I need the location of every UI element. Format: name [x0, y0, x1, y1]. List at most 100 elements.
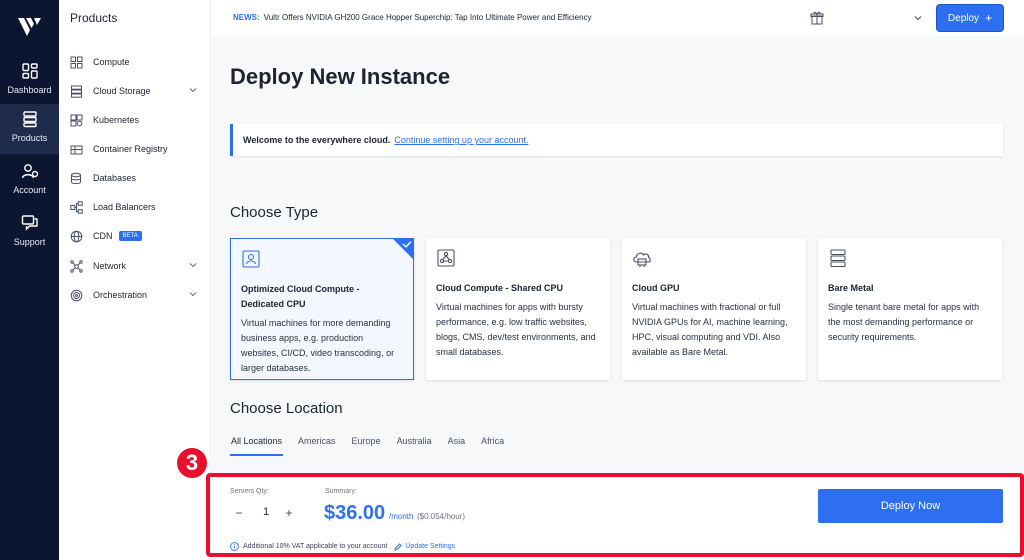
choose-type-title: Choose Type	[230, 204, 319, 221]
panel-item-load-balancers[interactable]: Load Balancers	[59, 196, 211, 218]
rail-label: Dashboard	[7, 85, 52, 95]
load-balancers-icon	[70, 200, 83, 214]
tab-australia[interactable]: Australia	[396, 432, 433, 456]
panel-item-label: Orchestration	[93, 290, 148, 300]
chevron-down-icon[interactable]	[914, 14, 922, 22]
tab-all-locations[interactable]: All Locations	[230, 432, 284, 456]
panel-item-cdn[interactable]: CDN BETA	[59, 225, 211, 247]
panel-item-cloud-storage[interactable]: Cloud Storage	[59, 80, 211, 102]
account-icon	[21, 164, 38, 179]
welcome-banner: Welcome to the everywhere cloud. Continu…	[230, 124, 1003, 156]
rail-label: Support	[13, 237, 46, 247]
bare-metal-icon	[830, 249, 846, 268]
setup-account-link[interactable]: Continue setting up your account.	[394, 135, 528, 145]
network-icon	[70, 259, 83, 273]
chevron-down-icon[interactable]	[189, 261, 197, 269]
type-card-cloud-compute[interactable]: Cloud Compute - Shared CPU Virtual machi…	[426, 238, 610, 380]
panel-item-label: Container Registry	[93, 144, 168, 154]
compute-icon	[70, 56, 83, 68]
kubernetes-icon	[70, 114, 83, 126]
panel-item-label: Databases	[93, 173, 137, 183]
type-card-title: Bare Metal	[828, 283, 874, 293]
tab-europe[interactable]: Europe	[351, 432, 382, 456]
qty-increment-button[interactable]: +	[282, 506, 296, 520]
plus-icon: +	[985, 11, 993, 25]
orchestration-icon	[70, 289, 83, 301]
qty-decrement-button[interactable]: −	[232, 506, 246, 520]
deploy-summary-bar: Servers Qty: − 1 + Summary: $36.00 /mont…	[212, 478, 1024, 560]
type-card-title: Optimized Cloud Compute - Dedicated CPU	[241, 284, 360, 309]
tab-americas[interactable]: Americas	[297, 432, 337, 456]
panel-item-label: Cloud Storage	[93, 86, 151, 96]
type-card-desc: Single tenant bare metal for apps with t…	[828, 302, 980, 342]
page-title: Deploy New Instance	[230, 64, 451, 89]
news-text[interactable]: Vultr Offers NVIDIA GH200 Grace Hopper S…	[264, 13, 592, 22]
tab-asia[interactable]: Asia	[447, 432, 467, 456]
rail-item-dashboard[interactable]: Dashboard	[0, 56, 59, 104]
panel-item-label: Load Balancers	[93, 202, 156, 212]
summary-label: Summary:	[325, 488, 357, 495]
panel-item-kubernetes[interactable]: Kubernetes	[59, 109, 211, 131]
optimized-compute-icon	[242, 250, 260, 268]
tab-africa[interactable]: Africa	[480, 432, 505, 456]
chevron-down-icon[interactable]	[189, 86, 197, 94]
deploy-button[interactable]: Deploy +	[937, 5, 1003, 31]
panel-item-label: Kubernetes	[93, 115, 140, 125]
dashboard-icon	[21, 63, 38, 79]
panel-item-compute[interactable]: Compute	[59, 51, 211, 73]
rail-item-account[interactable]: Account	[0, 156, 59, 204]
price-period: /month	[389, 512, 414, 521]
hourly-price: ($0.054/hour)	[417, 512, 466, 521]
shared-cpu-icon	[437, 249, 455, 267]
panel-item-network[interactable]: Network	[59, 255, 211, 277]
panel-item-container-registry[interactable]: Container Registry	[59, 138, 211, 160]
type-card-bare-metal[interactable]: Bare Metal Single tenant bare metal for …	[818, 238, 1002, 380]
type-card-desc: Virtual machines with fractional or full…	[632, 302, 788, 357]
type-card-cloud-gpu[interactable]: Cloud GPU Virtual machines with fraction…	[622, 238, 806, 380]
vat-text: Additional 10% VAT applicable to your ac…	[243, 543, 388, 550]
rail-item-support[interactable]: Support	[0, 208, 59, 256]
qty-value[interactable]: 1	[260, 506, 272, 518]
step-number-badge: 3	[177, 448, 207, 478]
type-card-title: Cloud GPU	[632, 283, 680, 293]
products-icon	[22, 111, 37, 128]
panel-item-orchestration[interactable]: Orchestration	[59, 284, 211, 306]
news-label: NEWS:	[233, 13, 260, 22]
cloud-gpu-icon	[633, 252, 651, 267]
cloud-storage-icon	[71, 85, 82, 98]
welcome-text: Welcome to the everywhere cloud.	[243, 135, 391, 145]
info-icon	[230, 542, 239, 551]
chevron-down-icon[interactable]	[189, 290, 197, 298]
vultr-logo-icon[interactable]	[18, 16, 42, 36]
step-number: 3	[186, 450, 198, 475]
left-rail: Dashboard Products Account Support	[0, 0, 59, 560]
monthly-price: $36.00	[324, 502, 386, 524]
databases-icon	[71, 172, 81, 184]
panel-item-databases[interactable]: Databases	[59, 167, 211, 189]
panel-item-label: Compute	[93, 57, 130, 67]
deploy-now-button[interactable]: Deploy Now	[818, 489, 1003, 523]
panel-item-label: Network	[93, 261, 127, 271]
gift-icon[interactable]	[810, 11, 824, 25]
cdn-icon	[70, 230, 83, 242]
news-banner[interactable]: NEWS: Vultr Offers NVIDIA GH200 Grace Hop…	[233, 13, 592, 22]
type-card-optimized-cloud-compute[interactable]: Optimized Cloud Compute - Dedicated CPU …	[230, 238, 414, 380]
pencil-icon[interactable]	[394, 542, 403, 551]
support-icon	[21, 215, 38, 231]
check-icon	[392, 238, 414, 260]
servers-qty-label: Servers Qty:	[230, 488, 269, 495]
container-registry-icon	[70, 145, 83, 154]
update-settings-link[interactable]: Update Settings	[405, 543, 455, 550]
type-card-desc: Virtual machines for apps with bursty pe…	[436, 302, 596, 357]
vat-notice: Additional 10% VAT applicable to your ac…	[230, 542, 455, 551]
rail-label: Account	[13, 185, 46, 195]
type-card-desc: Virtual machines for more demanding busi…	[241, 318, 395, 373]
deploy-button-label: Deploy	[947, 12, 980, 24]
rail-label: Products	[11, 133, 48, 143]
location-tabs: All Locations Americas Europe Australia …	[230, 432, 519, 456]
choose-location-title: Choose Location	[230, 400, 343, 417]
beta-badge: BETA	[118, 231, 142, 241]
panel-title: Products	[70, 11, 118, 25]
rail-item-products[interactable]: Products	[0, 104, 59, 154]
type-card-title: Cloud Compute - Shared CPU	[436, 283, 564, 293]
